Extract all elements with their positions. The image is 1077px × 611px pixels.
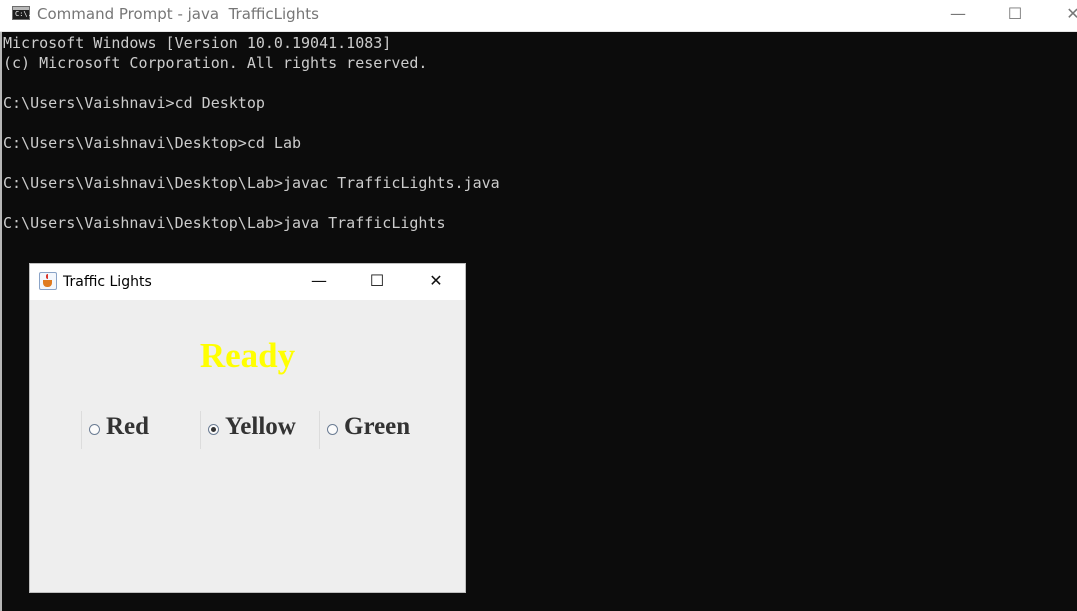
radio-yellow-circle[interactable] <box>208 424 219 435</box>
cmd-maximize-icon[interactable]: ☐ <box>992 0 1038 31</box>
status-label: Ready <box>199 336 296 375</box>
console-output[interactable]: Microsoft Windows [Version 10.0.19041.10… <box>3 33 1073 263</box>
radio-red-circle[interactable] <box>89 424 100 435</box>
console-line: C:\Users\Vaishnavi\Desktop\Lab>java Traf… <box>3 214 446 232</box>
console-line: C:\Users\Vaishnavi>cd Desktop <box>3 94 265 112</box>
radio-green-circle[interactable] <box>327 424 338 435</box>
radio-green[interactable]: Green <box>319 411 438 449</box>
java-steam-shape <box>46 274 51 279</box>
command-prompt-icon: C:\. <box>12 6 32 20</box>
background-window-edge <box>0 32 2 611</box>
radio-red[interactable]: Red <box>81 411 200 449</box>
cmd-window-title: Command Prompt - java TrafficLights <box>37 5 319 23</box>
java-icon <box>39 272 57 290</box>
console-line: Microsoft Windows [Version 10.0.19041.10… <box>3 34 392 52</box>
console-line: C:\Users\Vaishnavi\Desktop>cd Lab <box>3 134 302 152</box>
radio-yellow[interactable]: Yellow <box>200 411 296 449</box>
java-cup-shape <box>43 280 52 287</box>
traffic-lights-window: Traffic Lights — ☐ ✕ Ready Red Yellow Gr… <box>29 263 466 593</box>
radio-red-label[interactable]: Red <box>106 413 149 441</box>
console-line: (c) Microsoft Corporation. All rights re… <box>3 54 428 72</box>
traffic-minimize-icon[interactable]: — <box>296 264 342 300</box>
radio-yellow-label[interactable]: Yellow <box>225 413 296 441</box>
traffic-maximize-icon[interactable]: ☐ <box>354 264 400 300</box>
radio-green-label[interactable]: Green <box>344 413 410 441</box>
traffic-lights-titlebar[interactable]: Traffic Lights — ☐ ✕ <box>30 264 465 300</box>
cmd-minimize-icon[interactable]: — <box>935 0 981 31</box>
traffic-close-icon[interactable]: ✕ <box>413 264 459 300</box>
traffic-lights-title: Traffic Lights <box>63 274 152 290</box>
cmd-icon-glyph: C:\. <box>15 10 32 18</box>
cmd-close-icon[interactable]: ✕ <box>1050 0 1077 31</box>
cmd-titlebar[interactable]: C:\. Command Prompt - java TrafficLights… <box>0 0 1077 32</box>
console-line: C:\Users\Vaishnavi\Desktop\Lab>javac Tra… <box>3 174 500 192</box>
